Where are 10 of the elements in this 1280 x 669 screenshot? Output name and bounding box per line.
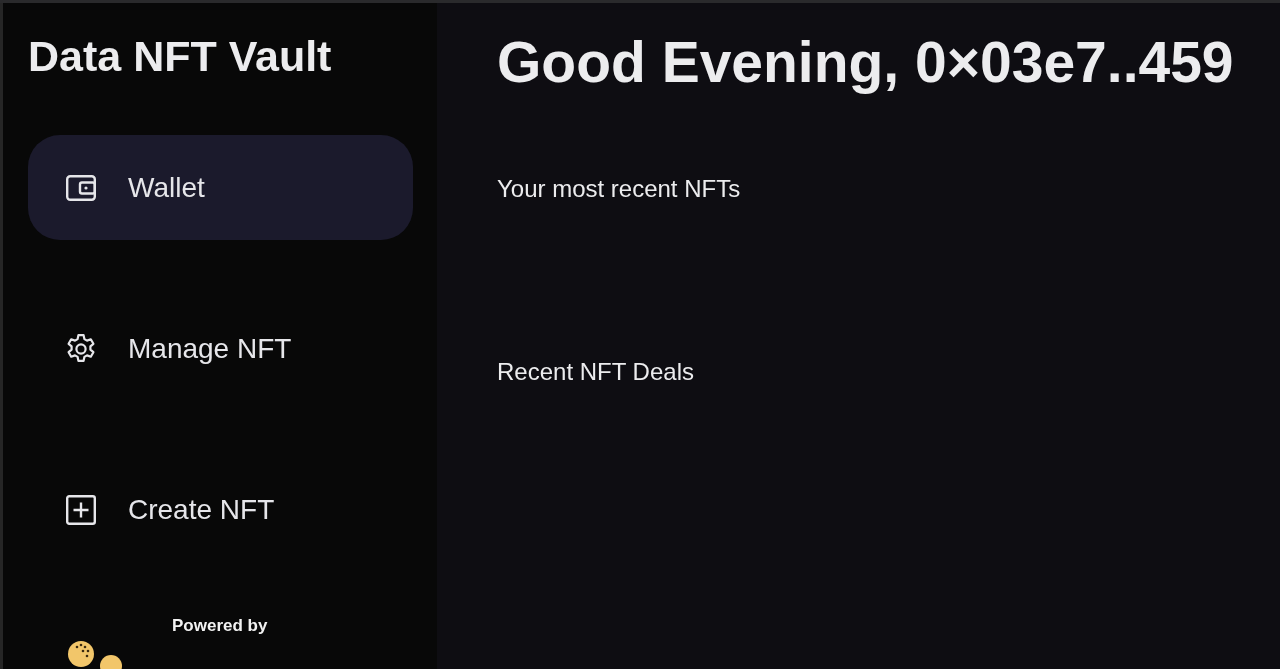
greeting-heading: Good Evening, 0×03e7..459 (497, 29, 1234, 95)
sidebar-item[interactable]: Wallet (28, 135, 413, 240)
settings-icon (65, 332, 97, 365)
section-heading: Recent NFT Deals (497, 358, 694, 386)
sidebar-item[interactable]: Create NFT (28, 457, 413, 562)
section-heading: Your most recent NFTs (497, 175, 741, 203)
plus-square-icon (65, 493, 97, 526)
app-title: Data NFT Vault (28, 33, 332, 79)
sidebar-item[interactable]: Manage NFT (28, 296, 413, 401)
powered-by-text: Powered by (172, 616, 268, 636)
